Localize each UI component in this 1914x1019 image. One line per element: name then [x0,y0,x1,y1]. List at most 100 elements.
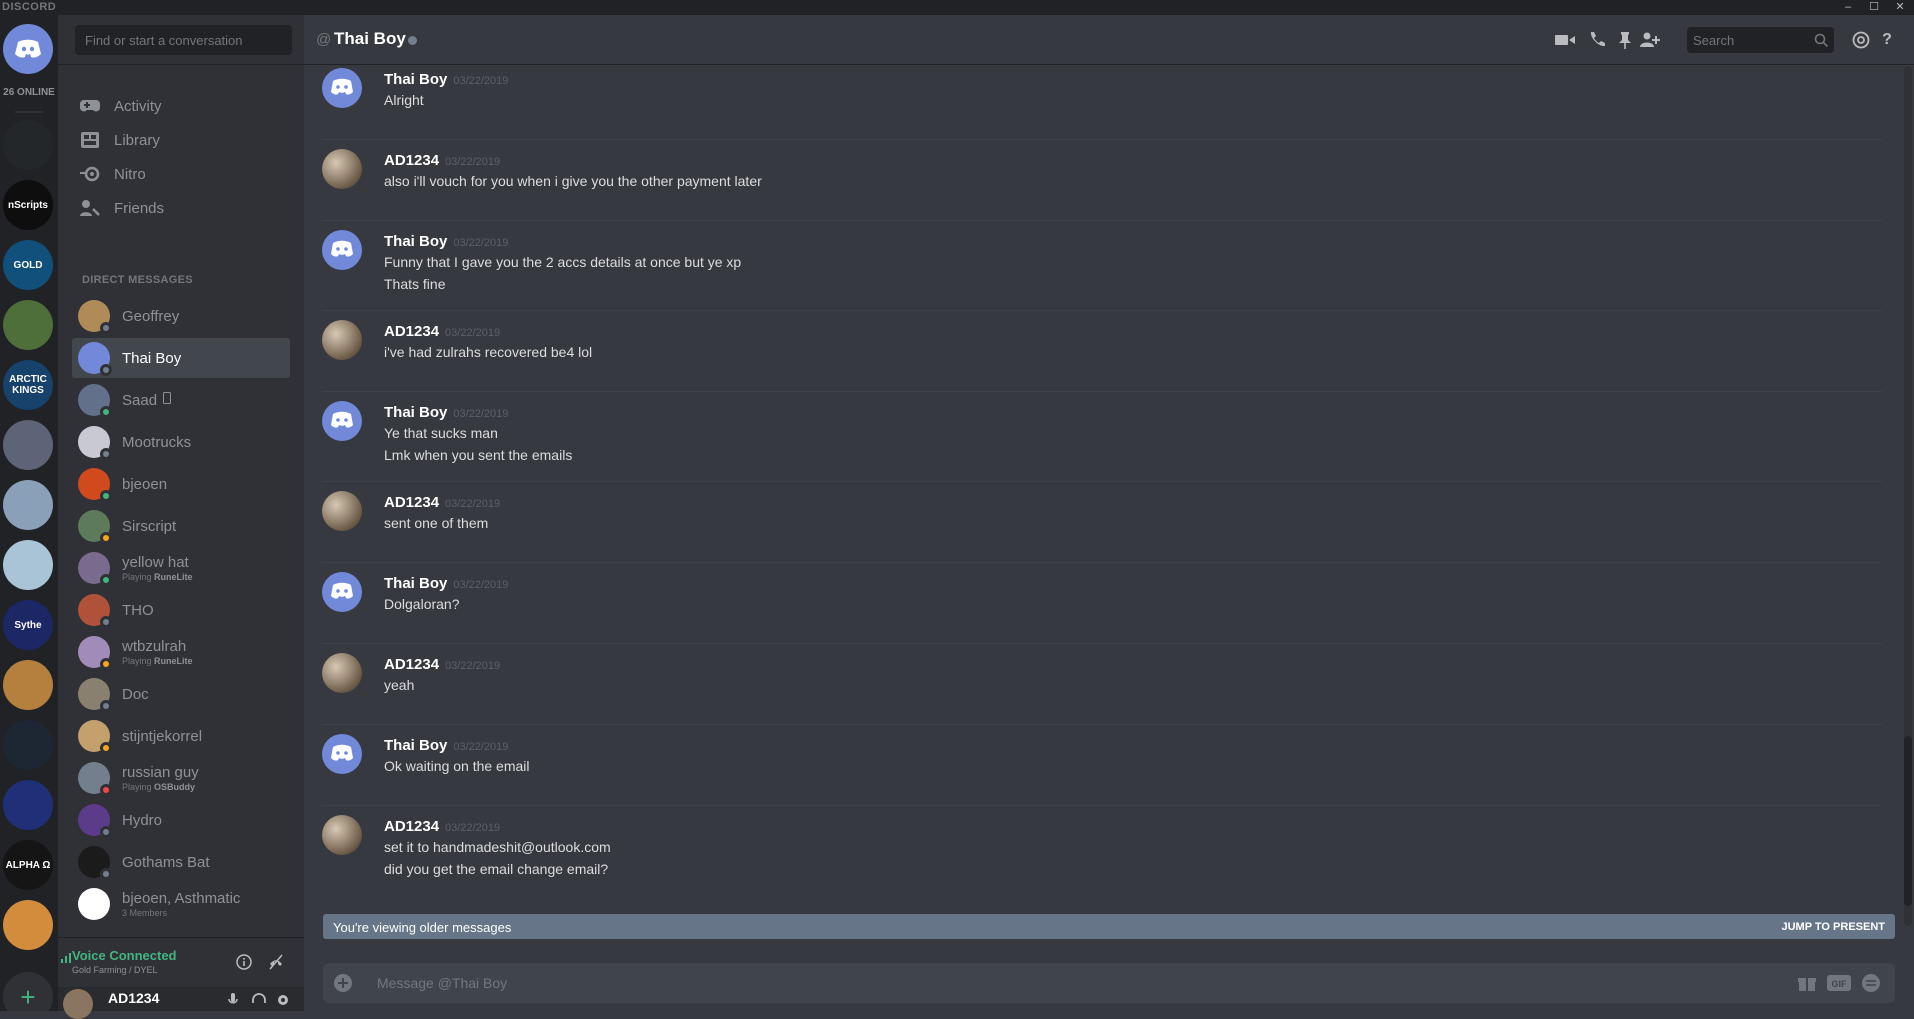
message-author[interactable]: AD1234 03/22/2019 [384,323,500,340]
jump-to-present-button[interactable]: JUMP TO PRESENT [1781,921,1885,933]
avatar[interactable] [322,572,362,612]
message-author[interactable]: Thai Boy 03/22/2019 [384,233,508,250]
nitro-icon [76,160,104,188]
message-divider [322,220,1882,221]
message-author[interactable]: Thai Boy 03/22/2019 [384,404,508,421]
page-title: Thai Boy [334,29,406,48]
dm-item[interactable]: Thai Boy [72,338,290,378]
disconnect-icon[interactable] [268,954,284,975]
avatar[interactable] [322,68,362,108]
nav-nitro[interactable]: Nitro [72,155,290,193]
app-brand: DISCORD [2,1,57,13]
guild-icon[interactable] [3,780,53,830]
dm-item[interactable]: Sirscript [72,506,290,546]
message-composer[interactable]: Message @Thai Boy GIF [323,963,1895,1003]
scrollbar[interactable] [1904,66,1912,926]
dm-item[interactable]: stijntjekorrel [72,716,290,756]
avatar[interactable] [322,149,362,189]
message-text: also i'll vouch for you when i give you … [384,173,762,189]
avatar[interactable] [322,320,362,360]
nav-friends[interactable]: Friends [72,189,290,227]
guild-icon[interactable] [3,480,53,530]
find-conversation-input[interactable]: Find or start a conversation [75,25,292,55]
message-author[interactable]: Thai Boy 03/22/2019 [384,737,508,754]
avatar[interactable] [322,230,362,270]
search-input[interactable]: Search [1687,27,1834,53]
message-author[interactable]: AD1234 03/22/2019 [384,152,500,169]
guild-icon[interactable] [3,900,53,950]
guild-icon[interactable] [3,300,53,350]
message-author[interactable]: Thai Boy 03/22/2019 [384,575,508,592]
dm-item[interactable]: Doc [72,674,290,714]
dm-name: Saad [122,391,158,409]
dm-item[interactable]: Saad [72,380,290,420]
message-author[interactable]: AD1234 03/22/2019 [384,818,500,835]
guild-icon[interactable] [3,660,53,710]
message-divider [322,724,1882,725]
guild-icon[interactable] [3,720,53,770]
nav-library[interactable]: Library [72,121,290,159]
settings-gear-icon[interactable] [276,993,290,1012]
dm-item[interactable]: THO [72,590,290,630]
message-author[interactable]: AD1234 03/22/2019 [384,656,500,673]
help-icon[interactable]: ? [1876,29,1898,51]
dm-item[interactable]: bjeoen, Asthmatic 3 Members [72,884,290,924]
add-server-button[interactable]: + [3,972,53,1011]
dm-item[interactable]: Geoffrey [72,296,290,336]
guild-icon[interactable] [3,540,53,590]
guild-icon[interactable]: ARCTIC KINGS [3,360,53,410]
maximize-button[interactable]: ☐ [1860,0,1888,15]
status-dot [100,826,112,838]
avatar[interactable] [322,653,362,693]
nav-activity[interactable]: Activity [72,87,290,125]
gif-icon[interactable]: GIF [1827,972,1851,994]
add-friend-icon[interactable] [1639,29,1661,51]
minimize-button[interactable]: – [1834,0,1862,15]
guild-icon[interactable]: GOLD [3,240,53,290]
avatar[interactable] [322,734,362,774]
close-button[interactable]: ✕ [1886,0,1914,15]
status-dot [100,616,112,628]
message-text: i've had zulrahs recovered be4 lol [384,344,593,360]
message-author[interactable]: AD1234 03/22/2019 [384,494,500,511]
nav-label: Friends [114,199,165,217]
dm-item[interactable]: bjeoen [72,464,290,504]
direct-messages-header: DIRECT MESSAGES [82,274,193,286]
message-input[interactable]: Message @Thai Boy [377,975,507,991]
microphone-icon[interactable] [228,993,238,1012]
emoji-icon[interactable] [1859,972,1883,994]
gift-icon[interactable] [1795,972,1819,994]
message-divider [322,643,1882,644]
message: AD1234 03/22/2019 sent one of them [322,491,1882,543]
video-call-icon[interactable] [1554,29,1576,51]
message-timestamp: 03/22/2019 [453,408,509,420]
dm-item[interactable]: Gothams Bat [72,842,290,882]
guild-icon[interactable]: nScripts [3,180,53,230]
scrollbar-thumb[interactable] [1904,736,1912,906]
dm-item[interactable]: yellow hat Playing RuneLite [72,548,290,588]
search-placeholder: Search [1693,33,1735,48]
avatar[interactable] [63,989,93,1019]
guild-icon[interactable] [3,120,53,170]
avatar[interactable] [322,815,362,855]
dm-item[interactable]: Mootrucks [72,422,290,462]
message-text: Dolgaloran? [384,596,460,612]
guild-icon[interactable]: Sythe [3,600,53,650]
voice-connected-panel: Voice Connected Gold Farming / DYEL [58,937,304,987]
info-icon[interactable] [236,954,252,975]
guild-icon[interactable]: ALPHA Ω [3,840,53,890]
dm-item[interactable]: wtbzulrah Playing RuneLite [72,632,290,672]
home-button[interactable] [3,24,53,74]
avatar[interactable] [322,401,362,441]
guild-icon[interactable] [3,420,53,470]
message-author[interactable]: Thai Boy 03/22/2019 [384,71,508,88]
headphones-icon[interactable] [252,993,266,1012]
dm-item[interactable]: russian guy Playing OSBuddy [72,758,290,798]
avatar[interactable] [322,491,362,531]
voice-call-icon[interactable] [1586,29,1608,51]
pin-icon[interactable] [1614,29,1636,51]
mentions-icon[interactable] [1850,29,1872,51]
dm-item[interactable]: Hydro [72,800,290,840]
upload-plus-icon[interactable] [333,973,353,993]
older-messages-bar[interactable]: You're viewing older messages JUMP TO PR… [323,914,1895,939]
